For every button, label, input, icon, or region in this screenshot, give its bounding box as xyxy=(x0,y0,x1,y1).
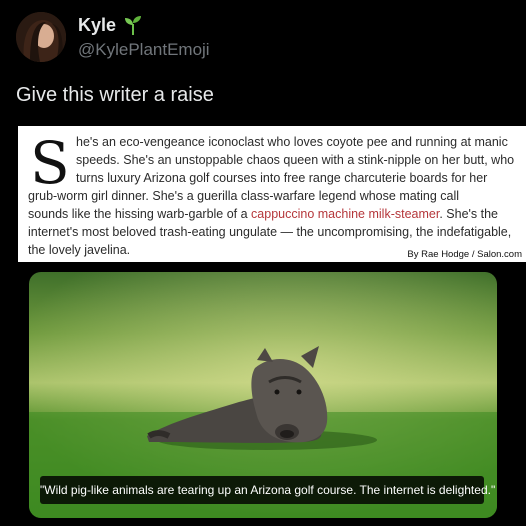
image-caption: "Wild pig-like animals are tearing up an… xyxy=(40,476,495,504)
name-row: Kyle xyxy=(78,14,144,36)
tweet-header: Kyle @KylePlantEmoji xyxy=(16,12,510,62)
tweet-text: Give this writer a raise xyxy=(16,84,214,106)
handle[interactable]: @KylePlantEmoji xyxy=(78,40,210,60)
article-excerpt[interactable]: S he's an eco-vengeance iconoclast who l… xyxy=(18,126,526,262)
seedling-icon xyxy=(122,14,144,36)
byline: By Rae Hodge / Salon.com xyxy=(407,249,522,260)
article-line: the lovely javelina. xyxy=(28,243,131,257)
article-line: grub-worm girl dinner. She's a guerilla … xyxy=(28,189,460,203)
article-line: turns luxury Arizona golf courses into f… xyxy=(76,171,488,185)
display-name[interactable]: Kyle xyxy=(78,15,116,36)
article-link[interactable]: cappuccino machine milk-steamer xyxy=(251,207,439,221)
article-line: sounds like the hissing warb-garble of a… xyxy=(28,206,498,222)
article-line: internet's most beloved trash-eating ung… xyxy=(28,225,512,239)
drop-cap: S xyxy=(30,129,70,197)
article-text: sounds like the hissing warb-garble of a xyxy=(28,207,252,221)
avatar-photo-icon xyxy=(16,12,66,62)
article-line: he's an eco-vengeance iconoclast who lov… xyxy=(76,135,508,149)
avatar[interactable] xyxy=(16,12,66,62)
article-text: . She's the xyxy=(439,207,499,221)
article-line: speeds. She's an unstoppable chaos queen… xyxy=(76,153,515,167)
